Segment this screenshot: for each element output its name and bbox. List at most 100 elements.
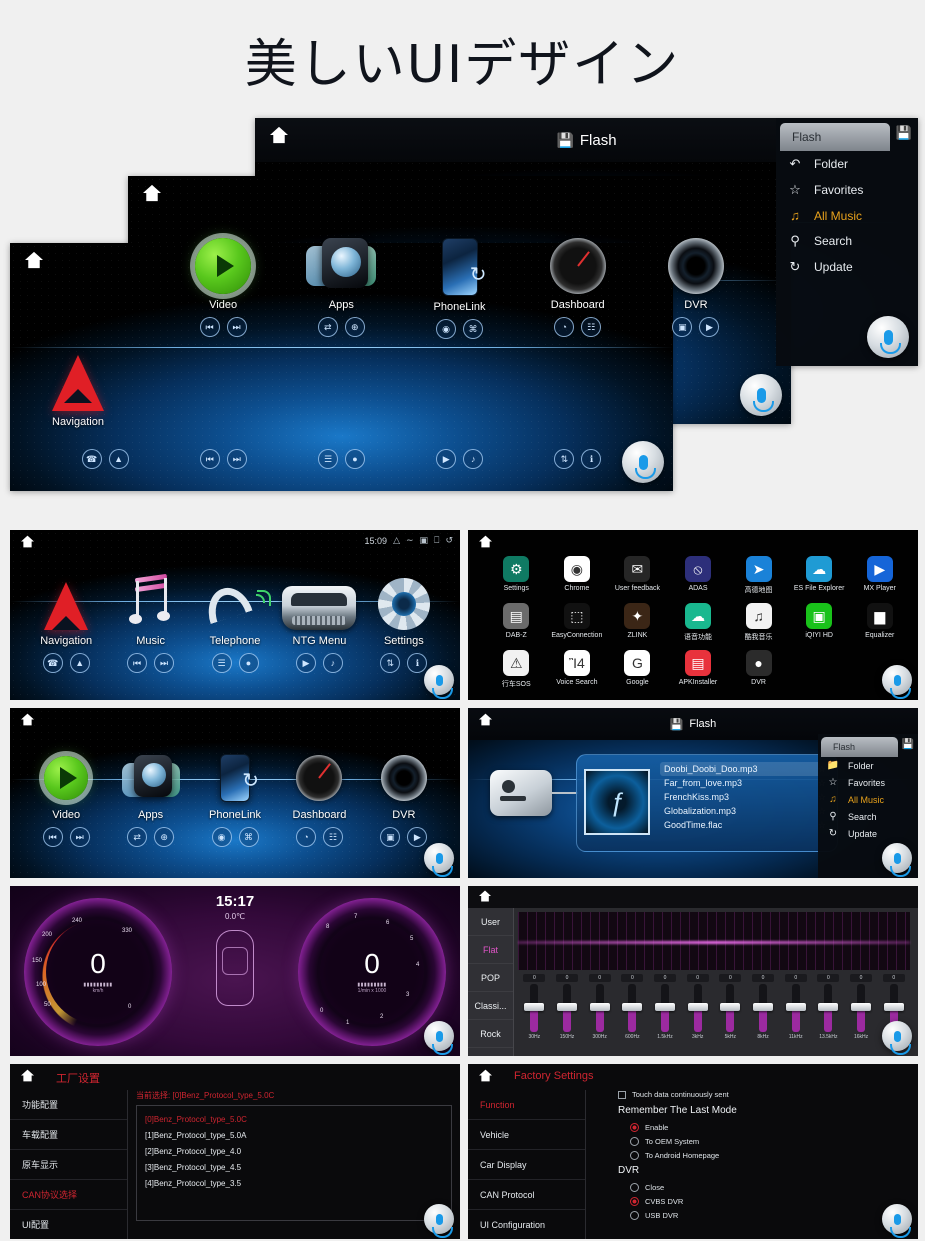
voice-assistant-button[interactable] (424, 1204, 454, 1238)
track-row[interactable]: Far_from_love.mp3 ☆ (660, 776, 830, 790)
phone-controls[interactable]: ☰ ● (318, 449, 365, 469)
app-telephone[interactable]: Telephone ☰ ● (193, 574, 277, 673)
eq-band-knob[interactable] (785, 1003, 806, 1011)
equalizer-bands[interactable]: 0 30Hz 0 150Hz 0 300Hz 0 600Hz 0 1.5kHz … (518, 974, 910, 1052)
browser-button[interactable]: ⇄ (317, 317, 338, 337)
settings-controls[interactable]: ⇅ ℹ (380, 653, 428, 673)
app-dvr[interactable]: DVR ▣ ▶ (362, 752, 446, 847)
nav-voice-button[interactable]: ☎ (42, 653, 63, 673)
radio-option[interactable]: USB DVR (618, 1208, 910, 1222)
screen-instrument-cluster[interactable]: 15:17 0.0℃ 0 ▮▮▮▮▮▮▮▮▮ km/h 50 100 150 2… (10, 886, 460, 1056)
track-row[interactable]: Doobi_Doobi_Doo.mp3 ☆ (660, 762, 830, 776)
stats-button[interactable]: ☷ (322, 827, 343, 847)
next-button[interactable]: ⏭ (69, 827, 90, 847)
protocol-option[interactable]: [2]Benz_Protocol_type_4.0 (145, 1143, 443, 1159)
video-controls[interactable]: ⏮ ⏭ (199, 317, 247, 337)
sort-button[interactable]: ⇅ (554, 449, 575, 469)
protocol-option[interactable]: [1]Benz_Protocol_type_5.0A (145, 1127, 443, 1143)
protocol-option[interactable]: [4]Benz_Protocol_type_3.5 (145, 1175, 443, 1191)
nav-controls[interactable]: ☎ ▲ (42, 653, 90, 673)
eq-band-knob[interactable] (753, 1003, 774, 1011)
home-icon[interactable] (142, 184, 162, 202)
screen-equalizer[interactable]: User Flat POP Classi... Rock 0 30Hz 0 150Hz … (468, 886, 918, 1056)
app-drawer-item[interactable]: ⚠ 行车SOS (486, 650, 547, 689)
home-icon[interactable] (20, 713, 35, 726)
nav-voice-button[interactable]: ☎ (81, 449, 102, 469)
factory-side-item[interactable]: UI配置 (10, 1210, 127, 1239)
voice-assistant-button[interactable] (424, 665, 454, 699)
phonelink-controls[interactable]: ◉ ⌘ (436, 319, 483, 339)
next-button[interactable]: ⏭ (226, 317, 247, 337)
app-drawer-item[interactable]: ⚙ Settings (486, 556, 547, 595)
eq-band-slider[interactable] (589, 984, 610, 1032)
screen-app-drawer[interactable]: ⚙ Settings ◉ Chrome ✉ User feedback ⦸ AD… (468, 530, 918, 700)
protocol-option-list[interactable]: [0]Benz_Protocol_type_5.0C [1]Benz_Protoc… (136, 1105, 452, 1221)
app-video[interactable]: Video ⏮ ⏭ (164, 238, 282, 339)
apple-button[interactable]: ⌘ (463, 319, 483, 339)
android-button[interactable]: ◉ (436, 319, 456, 339)
equalizer-preset-list[interactable]: User Flat POP Classi... Rock (468, 908, 514, 1056)
browser-button[interactable]: ⇄ (127, 827, 148, 847)
app-navigation[interactable]: Navigation (52, 355, 104, 428)
eq-band-slider[interactable] (818, 984, 839, 1032)
factory-side-item[interactable]: CAN Protocol (468, 1180, 585, 1210)
app-drawer-item[interactable]: ▶ MX Player (849, 556, 910, 595)
play-button[interactable]: ▶ (699, 317, 720, 337)
flash-menu-item-favorites[interactable]: ☆ Favorites (818, 774, 918, 791)
eq-preset-item[interactable]: Flat (468, 936, 513, 964)
app-drawer-item[interactable]: G Google (607, 650, 668, 689)
app-apps[interactable]: Apps ⇄ ⊕ (108, 752, 192, 847)
record-button[interactable]: ▣ (672, 317, 693, 337)
play-button[interactable]: ▶ (407, 827, 428, 847)
radio-option[interactable]: CVBS DVR (618, 1194, 910, 1208)
app-dashboard[interactable]: Dashboard ◔ ☷ (519, 238, 637, 339)
screen-factory-settings-en[interactable]: Factory Settings Function Vehicle Car Disp… (468, 1064, 918, 1239)
eq-band[interactable]: 0 8kHz (747, 974, 780, 1052)
app-drawer-item[interactable]: ⦸ ADAS (668, 556, 729, 595)
next-button[interactable]: ⏭ (226, 449, 247, 469)
flash-menu-tab[interactable]: Flash (821, 737, 898, 757)
home-icon[interactable] (24, 251, 44, 269)
app-apps[interactable]: Apps ⇄ ⊕ (282, 238, 400, 339)
eq-band[interactable]: 0 600Hz (616, 974, 649, 1052)
eq-band-slider[interactable] (851, 984, 872, 1032)
eq-band-slider[interactable] (622, 984, 643, 1032)
play-button[interactable]: ▶ (436, 449, 457, 469)
phonelink-controls[interactable]: ◉ ⌘ (211, 827, 259, 847)
dashboard-controls[interactable]: ◔ ☷ (554, 317, 602, 337)
screen-home-main[interactable]: 15:09 △ ∼ ▣ ⎕ ↺ Navigation ☎ ▲ Music ⏮ ⏭… (10, 530, 460, 700)
music-controls[interactable]: ⏮ ⏭ (127, 653, 175, 673)
apps-controls[interactable]: ⇄ ⊕ (127, 827, 175, 847)
nav-route-button[interactable]: ▲ (69, 653, 90, 673)
video-controls[interactable]: ⏮ ⏭ (42, 827, 90, 847)
factory-side-item[interactable]: 功能配置 (10, 1090, 127, 1120)
voice-assistant-button[interactable] (882, 665, 912, 699)
app-dvr[interactable]: DVR ▣ ▶ (637, 238, 755, 339)
dashboard-controls[interactable]: ◔ ☷ (295, 827, 343, 847)
factory-side-item[interactable]: 原车显示 (10, 1150, 127, 1180)
app-drawer-item[interactable]: ♫ 酷我音乐 (728, 603, 789, 642)
voice-assistant-button[interactable] (882, 1021, 912, 1055)
voice-assistant-button[interactable] (882, 843, 912, 877)
app-drawer-item[interactable]: ⬚ EasyConnection (547, 603, 608, 642)
eq-band-knob[interactable] (589, 1003, 610, 1011)
app-drawer-item[interactable]: ☁ 语音功能 (668, 603, 729, 642)
flash-menu-item-favorites[interactable]: ☆ Favorites (776, 177, 918, 203)
control-group-settings[interactable]: ⇅ ℹ (519, 443, 637, 469)
app-drawer-item[interactable]: ● DVR (728, 650, 789, 689)
factory-side-item[interactable]: CAN协议选择 (10, 1180, 127, 1210)
eq-band-knob[interactable] (818, 1003, 839, 1011)
eq-band[interactable]: 0 1.5kHz (649, 974, 682, 1052)
eq-band-knob[interactable] (655, 1003, 676, 1011)
flash-menu-item-all-music[interactable]: ♫ All Music (776, 203, 918, 228)
eq-band[interactable]: 0 300Hz (583, 974, 616, 1052)
flash-menu-item-update[interactable]: ↻ Update (818, 825, 918, 842)
eq-band-slider[interactable] (524, 984, 545, 1032)
eq-band-slider[interactable] (557, 984, 577, 1032)
android-button[interactable]: ◉ (211, 827, 232, 847)
eq-band-slider[interactable] (753, 984, 774, 1032)
contact-button[interactable]: ● (345, 449, 365, 469)
app-phonelink[interactable]: PhoneLink ◉ ⌘ (400, 238, 518, 339)
app-video[interactable]: Video ⏮ ⏭ (24, 752, 108, 847)
nav-controls[interactable]: ☎ ▲ (81, 449, 129, 469)
